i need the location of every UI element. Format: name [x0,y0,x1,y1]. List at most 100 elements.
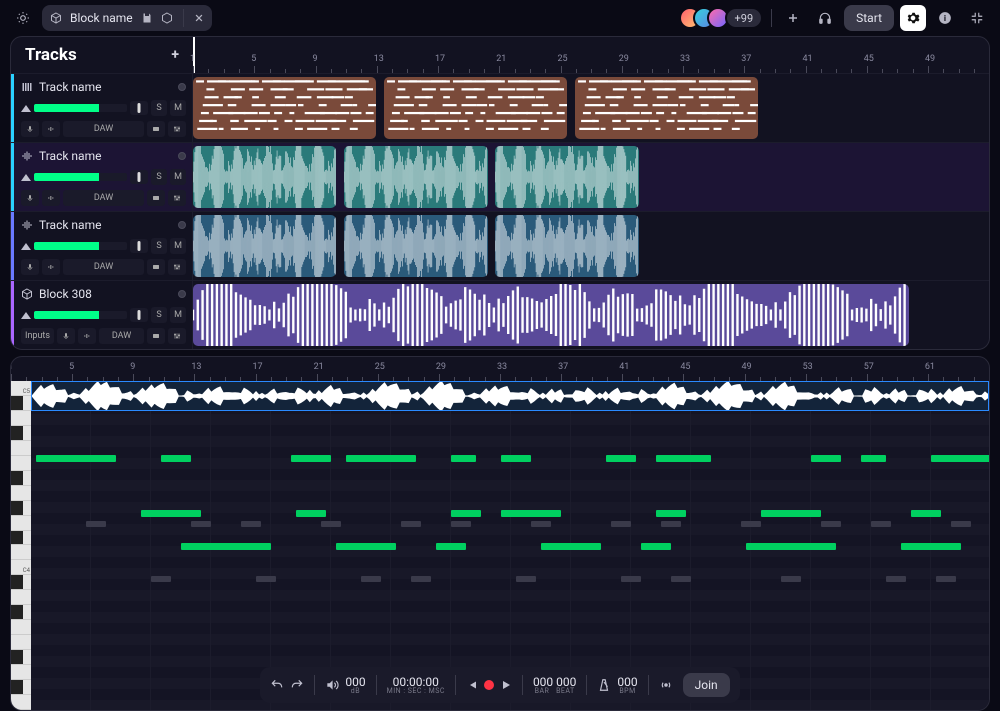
midi-ruler[interactable]: 1 5 9 13 17 21 25 29 33 37 41 45 49 53 5… [11,357,989,381]
solo-button[interactable]: S [151,238,167,254]
daw-chip[interactable]: DAW [63,259,144,275]
start-button[interactable]: Start [844,5,894,31]
mute-button[interactable]: M [170,238,186,254]
signal-chip[interactable] [78,328,96,344]
pan-knob[interactable] [130,239,148,253]
expand-icon[interactable] [21,105,31,112]
track-row[interactable]: Track name S M DAW [11,211,989,280]
track-row[interactable]: Block 308 S M Inputs DAW [11,280,989,349]
fx-chip[interactable] [168,328,186,344]
pan-knob[interactable] [130,101,148,115]
inputs-chip[interactable]: Inputs [21,328,54,344]
track-header[interactable]: Block 308 S M Inputs DAW [11,281,193,349]
midi-note[interactable] [641,543,671,550]
clip[interactable] [193,215,336,277]
midi-note[interactable] [606,455,636,462]
expand-icon[interactable] [21,174,31,181]
play-icon[interactable] [500,679,512,691]
daw-chip[interactable]: DAW [63,121,144,137]
fx-chip[interactable] [168,190,186,206]
solo-button[interactable]: S [151,307,167,323]
collaborator-count[interactable]: +99 [725,7,764,29]
midi-note[interactable] [291,455,331,462]
collaborator-avatars[interactable]: +99 [679,7,764,29]
mic-chip[interactable] [21,259,39,275]
metronome-icon[interactable] [597,678,611,692]
info-icon[interactable]: i [932,5,958,31]
record-button[interactable] [484,680,494,690]
midi-note[interactable] [451,455,476,462]
piano-keys[interactable]: C5C4 [11,381,31,710]
device-chip[interactable] [147,328,165,344]
track-lane[interactable] [193,143,989,211]
mute-button[interactable]: M [170,100,186,116]
record-arm-icon[interactable] [178,83,186,91]
midi-note[interactable] [911,510,941,517]
clip[interactable] [193,146,336,208]
midi-note[interactable] [451,510,481,517]
add-collaborator-icon[interactable] [780,5,806,31]
add-track-icon[interactable]: + [171,47,179,63]
midi-note[interactable] [656,455,711,462]
clip[interactable] [344,146,487,208]
midi-note[interactable] [296,510,326,517]
midi-note[interactable] [181,543,271,550]
midi-note[interactable] [336,543,396,550]
midi-note[interactable] [541,543,601,550]
midi-note[interactable] [501,455,531,462]
solo-button[interactable]: S [151,100,167,116]
volume-slider[interactable] [34,104,127,112]
mic-chip[interactable] [21,121,39,137]
device-chip[interactable] [147,121,165,137]
theme-toggle-icon[interactable] [10,5,36,31]
timeline-ruler[interactable]: 1 5 9 13 17 21 25 29 33 37 41 45 49 [193,37,989,73]
solo-button[interactable]: S [151,169,167,185]
mic-chip[interactable] [57,328,75,344]
clip[interactable] [344,215,487,277]
collapse-icon[interactable] [964,5,990,31]
clip[interactable] [575,77,758,139]
midi-note[interactable] [436,543,466,550]
mute-button[interactable]: M [170,169,186,185]
gear-icon[interactable] [900,5,926,31]
redo-icon[interactable] [290,678,304,692]
device-chip[interactable] [147,190,165,206]
clip[interactable] [384,77,567,139]
pan-knob[interactable] [130,308,148,322]
join-button[interactable]: Join [683,673,730,697]
close-icon[interactable] [194,13,204,23]
mic-chip[interactable] [21,190,39,206]
track-lane[interactable] [193,281,989,349]
clip[interactable] [193,77,376,139]
track-row[interactable]: Track name S M DAW [11,73,989,142]
record-arm-icon[interactable] [178,152,186,160]
record-arm-icon[interactable] [178,290,186,298]
pan-knob[interactable] [130,170,148,184]
track-header[interactable]: Track name S M DAW [11,74,193,142]
clip[interactable] [495,215,638,277]
midi-note[interactable] [931,455,990,462]
signal-chip[interactable] [42,121,60,137]
midi-note[interactable] [141,510,201,517]
midi-note[interactable] [761,510,821,517]
device-chip[interactable] [147,259,165,275]
daw-chip[interactable]: DAW [99,328,144,344]
midi-note[interactable] [811,455,841,462]
midi-note[interactable] [501,510,561,517]
track-header[interactable]: Track name S M DAW [11,143,193,211]
midi-grid[interactable] [31,381,989,710]
cube-small-icon[interactable] [161,12,173,24]
headphones-icon[interactable] [812,5,838,31]
rewind-icon[interactable] [466,679,478,691]
expand-icon[interactable] [21,243,31,250]
clip[interactable] [193,284,909,346]
block-name-pill[interactable]: Block name [42,5,212,31]
track-lane[interactable] [193,74,989,142]
fx-chip[interactable] [168,259,186,275]
volume-slider[interactable] [34,242,127,250]
signal-chip[interactable] [42,190,60,206]
daw-chip[interactable]: DAW [63,190,144,206]
midi-note[interactable] [861,455,886,462]
broadcast-icon[interactable] [659,678,673,692]
record-arm-icon[interactable] [178,221,186,229]
